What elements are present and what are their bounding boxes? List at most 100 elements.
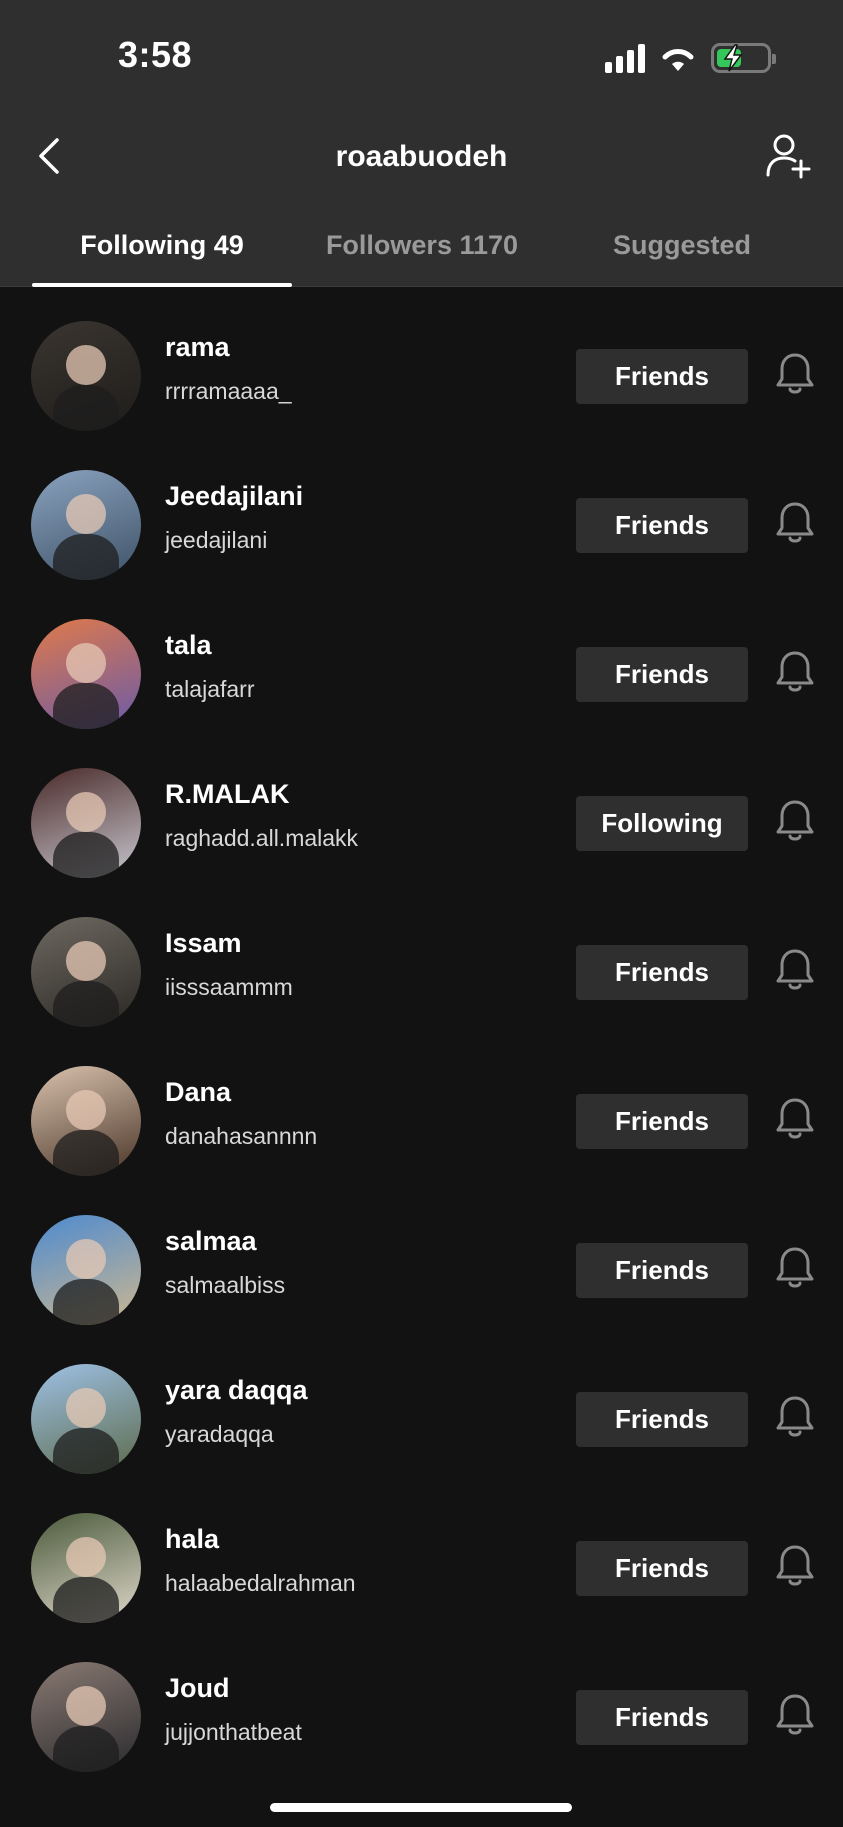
bell-icon — [775, 798, 815, 849]
user-handle: danahasannnn — [165, 1123, 318, 1149]
bell-icon — [775, 1543, 815, 1594]
avatar[interactable] — [31, 768, 141, 878]
user-handle: yaradaqqa — [165, 1421, 274, 1447]
avatar-face — [66, 1388, 106, 1428]
notification-bell-button[interactable] — [772, 350, 818, 402]
list-item[interactable]: Joud jujjonthatbeat Friends — [0, 1629, 843, 1778]
add-user-icon — [766, 134, 811, 179]
user-name[interactable]: salmaa — [165, 1226, 257, 1257]
avatar[interactable] — [31, 1215, 141, 1325]
avatar[interactable] — [31, 1364, 141, 1474]
relationship-button[interactable]: Friends — [576, 1243, 748, 1298]
wifi-icon — [662, 49, 694, 71]
notification-bell-button[interactable] — [772, 648, 818, 700]
user-name[interactable]: Jeedajilani — [165, 481, 303, 512]
notification-bell-button[interactable] — [772, 1542, 818, 1594]
bell-icon — [775, 947, 815, 998]
signal-icon — [605, 43, 645, 73]
avatar-face — [66, 1537, 106, 1577]
user-handle: jeedajilani — [165, 527, 268, 553]
list-item[interactable]: R.MALAK raghadd.all.malakk Following — [0, 735, 843, 884]
notification-bell-button[interactable] — [772, 1393, 818, 1445]
avatar[interactable] — [31, 1662, 141, 1772]
user-handle: iisssaammm — [165, 974, 293, 1000]
notification-bell-button[interactable] — [772, 1244, 818, 1296]
tab-suggested[interactable]: Suggested — [552, 210, 812, 287]
bell-icon — [775, 500, 815, 551]
avatar[interactable] — [31, 1513, 141, 1623]
notification-bell-button[interactable] — [772, 1691, 818, 1743]
list-item[interactable]: rama rrrramaaaa_ Friends — [0, 288, 843, 437]
bell-icon — [775, 1394, 815, 1445]
tab-following[interactable]: Following 49 — [32, 210, 292, 287]
user-name[interactable]: Issam — [165, 928, 242, 959]
user-name[interactable]: hala — [165, 1524, 219, 1555]
relationship-button[interactable]: Friends — [576, 945, 748, 1000]
user-name[interactable]: Dana — [165, 1077, 231, 1108]
list-item[interactable]: Issam iisssaammm Friends — [0, 884, 843, 1033]
avatar[interactable] — [31, 470, 141, 580]
avatar-body — [53, 1278, 119, 1325]
bell-icon — [775, 351, 815, 402]
avatar[interactable] — [31, 321, 141, 431]
status-icons — [605, 40, 776, 76]
user-handle: salmaalbiss — [165, 1272, 286, 1298]
avatar-body — [53, 1129, 119, 1176]
add-user-button[interactable] — [763, 130, 815, 182]
list-item[interactable]: Jeedajilani jeedajilani Friends — [0, 437, 843, 586]
user-name[interactable]: Joud — [165, 1673, 230, 1704]
list-item[interactable]: Dana danahasannnn Friends — [0, 1033, 843, 1182]
relationship-button[interactable]: Friends — [576, 1541, 748, 1596]
relationship-button[interactable]: Friends — [576, 349, 748, 404]
user-name[interactable]: yara daqqa — [165, 1375, 308, 1406]
avatar-body — [53, 682, 119, 729]
tab-bar: Following 49 Followers 1170 Suggested — [0, 210, 843, 287]
notification-bell-button[interactable] — [772, 499, 818, 551]
avatar-face — [66, 941, 106, 981]
relationship-button[interactable]: Friends — [576, 1690, 748, 1745]
tab-followers[interactable]: Followers 1170 — [292, 210, 552, 287]
notification-bell-button[interactable] — [772, 946, 818, 998]
status-time: 3:58 — [118, 34, 193, 75]
bell-icon — [775, 1096, 815, 1147]
relationship-button[interactable]: Friends — [576, 1392, 748, 1447]
list-item[interactable]: yara daqqa yaradaqqa Friends — [0, 1331, 843, 1480]
user-handle: jujjonthatbeat — [165, 1719, 302, 1745]
relationship-button[interactable]: Friends — [576, 498, 748, 553]
avatar[interactable] — [31, 1066, 141, 1176]
notification-bell-button[interactable] — [772, 1095, 818, 1147]
avatar[interactable] — [31, 917, 141, 1027]
bolt-icon — [723, 44, 743, 72]
list-item[interactable]: salmaa salmaalbiss Friends — [0, 1182, 843, 1331]
battery-charging-icon — [711, 43, 776, 73]
avatar-body — [53, 1576, 119, 1623]
user-handle: rrrramaaaa_ — [165, 378, 292, 404]
user-handle: halaabedalrahman — [165, 1570, 356, 1596]
bell-icon — [775, 649, 815, 700]
avatar-body — [53, 831, 119, 878]
user-name[interactable]: rama — [165, 332, 230, 363]
relationship-button[interactable]: Friends — [576, 1094, 748, 1149]
avatar[interactable] — [31, 619, 141, 729]
status-bar: 3:58 — [0, 0, 843, 110]
list-item[interactable]: tala talajafarr Friends — [0, 586, 843, 735]
user-handle: talajafarr — [165, 676, 255, 702]
battery-nub — [772, 54, 776, 64]
notification-bell-button[interactable] — [772, 797, 818, 849]
avatar-face — [66, 1239, 106, 1279]
avatar-face — [66, 1090, 106, 1130]
bell-icon — [775, 1245, 815, 1296]
page-title: roaabuodeh — [335, 140, 508, 173]
list-item[interactable]: hala halaabedalrahman Friends — [0, 1480, 843, 1629]
nav-bar: roaabuodeh — [0, 120, 843, 200]
user-name[interactable]: tala — [165, 630, 212, 661]
avatar-face — [66, 643, 106, 683]
avatar-body — [53, 1427, 119, 1474]
bell-icon — [775, 1692, 815, 1743]
relationship-button[interactable]: Following — [576, 796, 748, 851]
relationship-button[interactable]: Friends — [576, 647, 748, 702]
user-name[interactable]: R.MALAK — [165, 779, 289, 810]
app-screen: 3:58 roaabuodeh Following 49 Followers 1… — [0, 0, 843, 1827]
home-indicator — [270, 1803, 572, 1812]
top-region: 3:58 roaabuodeh Following 49 Followers 1… — [0, 0, 843, 287]
